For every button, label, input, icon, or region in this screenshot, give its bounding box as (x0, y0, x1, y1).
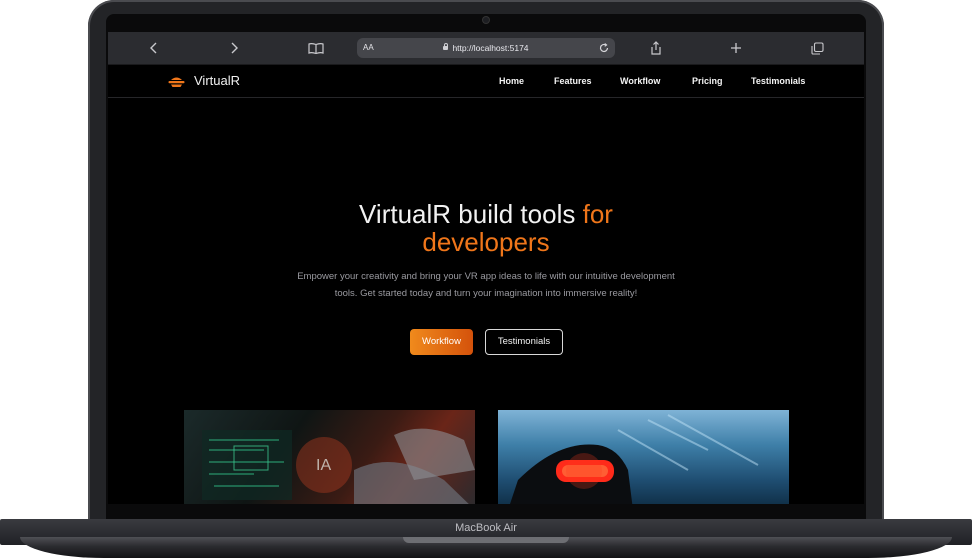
hero-title-main: VirtualR build tools (359, 199, 576, 229)
share-button[interactable] (644, 32, 668, 64)
book-icon (308, 43, 324, 55)
site-navbar: VirtualR Home Features Workflow Pricing … (108, 65, 864, 98)
nav-link-features[interactable]: Features (554, 65, 592, 97)
workflow-button[interactable]: Workflow (410, 329, 473, 355)
tabs-overview-button[interactable] (805, 32, 829, 64)
forward-button[interactable] (222, 32, 246, 64)
browser-window: AA http://localhost:5174 VirtualR Home F… (108, 32, 864, 504)
hero-image-hologram: IA (184, 410, 475, 504)
new-tab-button[interactable] (724, 32, 748, 64)
logo-icon (168, 77, 185, 87)
reader-button[interactable] (304, 32, 328, 64)
hero-title-accent: for (582, 199, 613, 229)
chevron-left-icon (150, 42, 157, 54)
reload-button[interactable] (599, 38, 609, 60)
reload-icon (599, 43, 609, 53)
url-text: http://localhost:5174 (452, 43, 529, 53)
testimonials-button[interactable]: Testimonials (485, 329, 563, 355)
browser-toolbar: AA http://localhost:5174 (108, 32, 864, 65)
share-icon (651, 41, 661, 55)
hologram-image: IA (202, 428, 475, 504)
chevron-right-icon (231, 42, 238, 54)
hero-title: VirtualR build tools for developers (108, 200, 864, 256)
plus-icon (731, 43, 741, 53)
svg-text:IA: IA (316, 457, 331, 474)
nav-link-workflow[interactable]: Workflow (620, 65, 660, 97)
camera-icon (483, 17, 489, 23)
hero-subtitle: Empower your creativity and bring your V… (297, 271, 675, 299)
hero-image-vr-headset (498, 410, 789, 504)
url-display[interactable]: http://localhost:5174 (357, 38, 615, 58)
address-bar[interactable]: AA http://localhost:5174 (357, 38, 615, 58)
laptop-hinge-notch (403, 537, 569, 543)
device-label: MacBook Air (455, 522, 517, 534)
lock-icon (443, 42, 449, 50)
back-button[interactable] (142, 32, 166, 64)
tabs-icon (810, 41, 824, 55)
nav-link-pricing[interactable]: Pricing (692, 65, 723, 97)
hero-title-accent-line2: developers (422, 227, 550, 257)
nav-link-testimonials[interactable]: Testimonials (751, 65, 805, 97)
vr-headset-image (510, 414, 759, 504)
brand-name[interactable]: VirtualR (194, 65, 240, 97)
nav-link-home[interactable]: Home (499, 65, 524, 97)
macbook-frame: AA http://localhost:5174 VirtualR Home F… (0, 0, 972, 558)
